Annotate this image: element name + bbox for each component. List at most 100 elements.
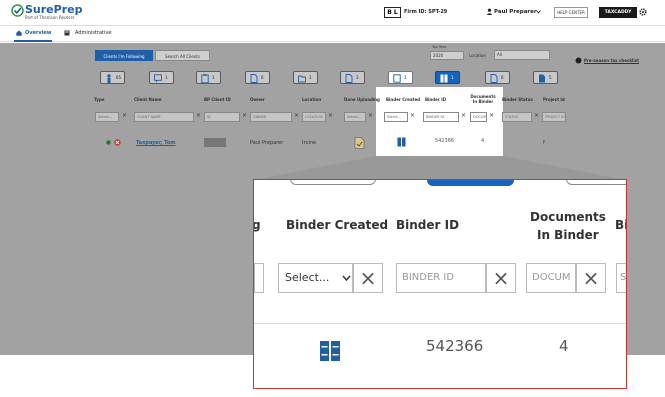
help-center-button[interactable]: HELP CENTER xyxy=(554,7,588,18)
clients-following-button[interactable]: Clients I'm Following xyxy=(95,50,153,61)
binder-id-value: 542366 xyxy=(435,138,455,144)
zoom-col-partial-right: Bi xyxy=(615,218,627,232)
status-green-dot-icon xyxy=(106,140,111,145)
firm-id: Firm ID: SPT-29 xyxy=(404,9,448,15)
checklist-info-icon xyxy=(575,57,582,64)
documents-filter[interactable]: DOCUM xyxy=(470,112,487,122)
zoom-col-binder-id: Binder ID xyxy=(396,218,460,232)
home-icon xyxy=(16,30,22,36)
location-select[interactable]: All xyxy=(494,50,550,60)
binder-created-filter[interactable]: Select... xyxy=(384,112,408,122)
done-uploading-filter[interactable]: Select... xyxy=(344,112,366,122)
search-all-clients-button[interactable]: Search All Clients xyxy=(155,50,210,61)
folder-arrow-icon xyxy=(298,75,306,83)
clear-documents-icon[interactable]: × xyxy=(489,112,494,119)
zoom-col-documents-line1: Documents xyxy=(530,210,606,224)
clear-binder-id-icon[interactable]: × xyxy=(461,112,466,119)
card-person[interactable]: 65 xyxy=(100,71,125,84)
client-name-filter[interactable]: CLIENT NAME xyxy=(134,112,194,122)
col-type: Type xyxy=(94,97,105,102)
zoom-partial-filter-left[interactable] xyxy=(254,263,264,293)
zoom-col-binder-created: Binder Created xyxy=(286,218,389,232)
col-project-id: Project Id xyxy=(543,97,565,102)
zoom-callout: g Binder Created Binder ID Documents In … xyxy=(253,179,627,389)
zoom-binder-id-value: 542366 xyxy=(426,337,484,355)
zoom-row-divider xyxy=(254,323,626,324)
project-id-value: f xyxy=(543,140,545,146)
binder-id-filter[interactable]: BINDER ID xyxy=(423,112,459,122)
binder-created-icon xyxy=(393,74,401,83)
zoom-col-partial-left: g xyxy=(254,218,261,232)
documents-value: 4 xyxy=(481,138,485,144)
owner-value: Paul Preparer xyxy=(250,140,284,146)
clear-type-icon[interactable]: × xyxy=(122,112,127,119)
binder-icon[interactable] xyxy=(397,137,406,147)
chevron-down-icon[interactable] xyxy=(536,10,541,14)
pre-season-link[interactable]: Pre-season tax checklist xyxy=(584,58,639,63)
clear-client-name-icon[interactable]: × xyxy=(196,112,201,119)
binder-status-filter[interactable]: STATUS xyxy=(502,112,532,122)
taxcaddy-button[interactable]: TAXCADDY xyxy=(599,7,637,18)
zoom-documents-value: 4 xyxy=(559,337,569,355)
card-binder-created[interactable]: 1 xyxy=(388,71,413,84)
zoom-clear-binder-created-icon[interactable]: × xyxy=(353,263,383,293)
clear-done-uploading-icon[interactable]: × xyxy=(368,112,373,119)
col-location: Location xyxy=(302,97,322,102)
col-owner: Owner xyxy=(250,97,265,102)
col-documents: Documents In Binder xyxy=(470,94,496,104)
clipboard-icon xyxy=(201,74,209,83)
binder-icon xyxy=(440,74,448,83)
col-binder-status: Binder Status xyxy=(502,97,533,102)
zoom-card-review[interactable] xyxy=(566,180,626,185)
bp-client-id-redacted xyxy=(204,138,226,147)
tab-administrative[interactable]: Administrative xyxy=(75,30,111,36)
client-name-link[interactable]: Taxpayer, Tom xyxy=(136,140,176,146)
upload-doc-icon xyxy=(345,74,353,83)
col-done-uploading: Done Uploading xyxy=(344,97,380,102)
zoom-binder-id-filter[interactable]: BINDER ID xyxy=(396,263,486,293)
status-red-x-icon xyxy=(114,139,121,146)
location-value: Irvine xyxy=(302,140,317,146)
card-upload[interactable]: 3 xyxy=(340,71,365,84)
zoom-clear-documents-icon[interactable]: × xyxy=(576,263,606,293)
zoom-partial-filter-right[interactable]: S xyxy=(616,263,626,293)
tab-overview[interactable]: Overview xyxy=(25,30,51,36)
card-clipboard[interactable]: 1 xyxy=(196,71,221,84)
card-chat[interactable]: 1 xyxy=(149,71,174,84)
clear-owner-icon[interactable]: × xyxy=(294,112,299,119)
admin-icon xyxy=(64,30,70,36)
zoom-card-binder-created[interactable] xyxy=(290,180,376,185)
type-filter[interactable]: Select... xyxy=(95,112,119,122)
tax-year-label: Tax Year xyxy=(432,45,447,49)
project-id-filter[interactable]: PROJECT ID xyxy=(542,112,566,122)
card-review[interactable]: 6 xyxy=(485,71,510,84)
bp-client-id-filter[interactable]: ID xyxy=(204,112,240,122)
zoom-clear-binder-id-icon[interactable]: × xyxy=(486,263,516,293)
zoom-binder-icon[interactable] xyxy=(319,340,341,362)
zoom-card-binder-active[interactable] xyxy=(427,180,514,186)
clear-binder-created-icon[interactable]: × xyxy=(410,112,415,119)
col-binder-id: Binder ID xyxy=(425,97,447,102)
zoom-documents-filter[interactable]: DOCUM xyxy=(526,263,576,293)
bl-badge: B L xyxy=(384,7,401,18)
sureprep-logo-icon xyxy=(11,4,24,17)
card-export[interactable]: 5 xyxy=(533,71,558,84)
active-tab-indicator xyxy=(14,40,52,42)
location-label: Location xyxy=(469,53,486,58)
clear-location-icon[interactable]: × xyxy=(328,112,333,119)
chat-icon xyxy=(154,74,162,83)
card-document[interactable]: 6 xyxy=(245,71,270,84)
gear-icon[interactable] xyxy=(639,8,647,16)
col-bp-client-id: BP Client ID xyxy=(204,97,231,102)
tax-year-select[interactable]: 2020 xyxy=(430,51,464,60)
zoom-chevron-down-icon[interactable] xyxy=(342,275,351,281)
user-menu[interactable]: Paul Preparer xyxy=(494,9,537,15)
card-folder[interactable]: 1 xyxy=(293,71,318,84)
card-binder-active[interactable]: 1 xyxy=(435,71,460,84)
zoom-col-documents-line2: In Binder xyxy=(537,228,599,242)
owner-filter[interactable]: OWNER xyxy=(250,112,292,122)
clear-binder-status-icon[interactable]: × xyxy=(534,112,539,119)
clear-bp-id-icon[interactable]: × xyxy=(242,112,247,119)
location-filter[interactable]: LOCATION xyxy=(302,112,326,122)
done-uploading-icon[interactable] xyxy=(354,137,365,149)
